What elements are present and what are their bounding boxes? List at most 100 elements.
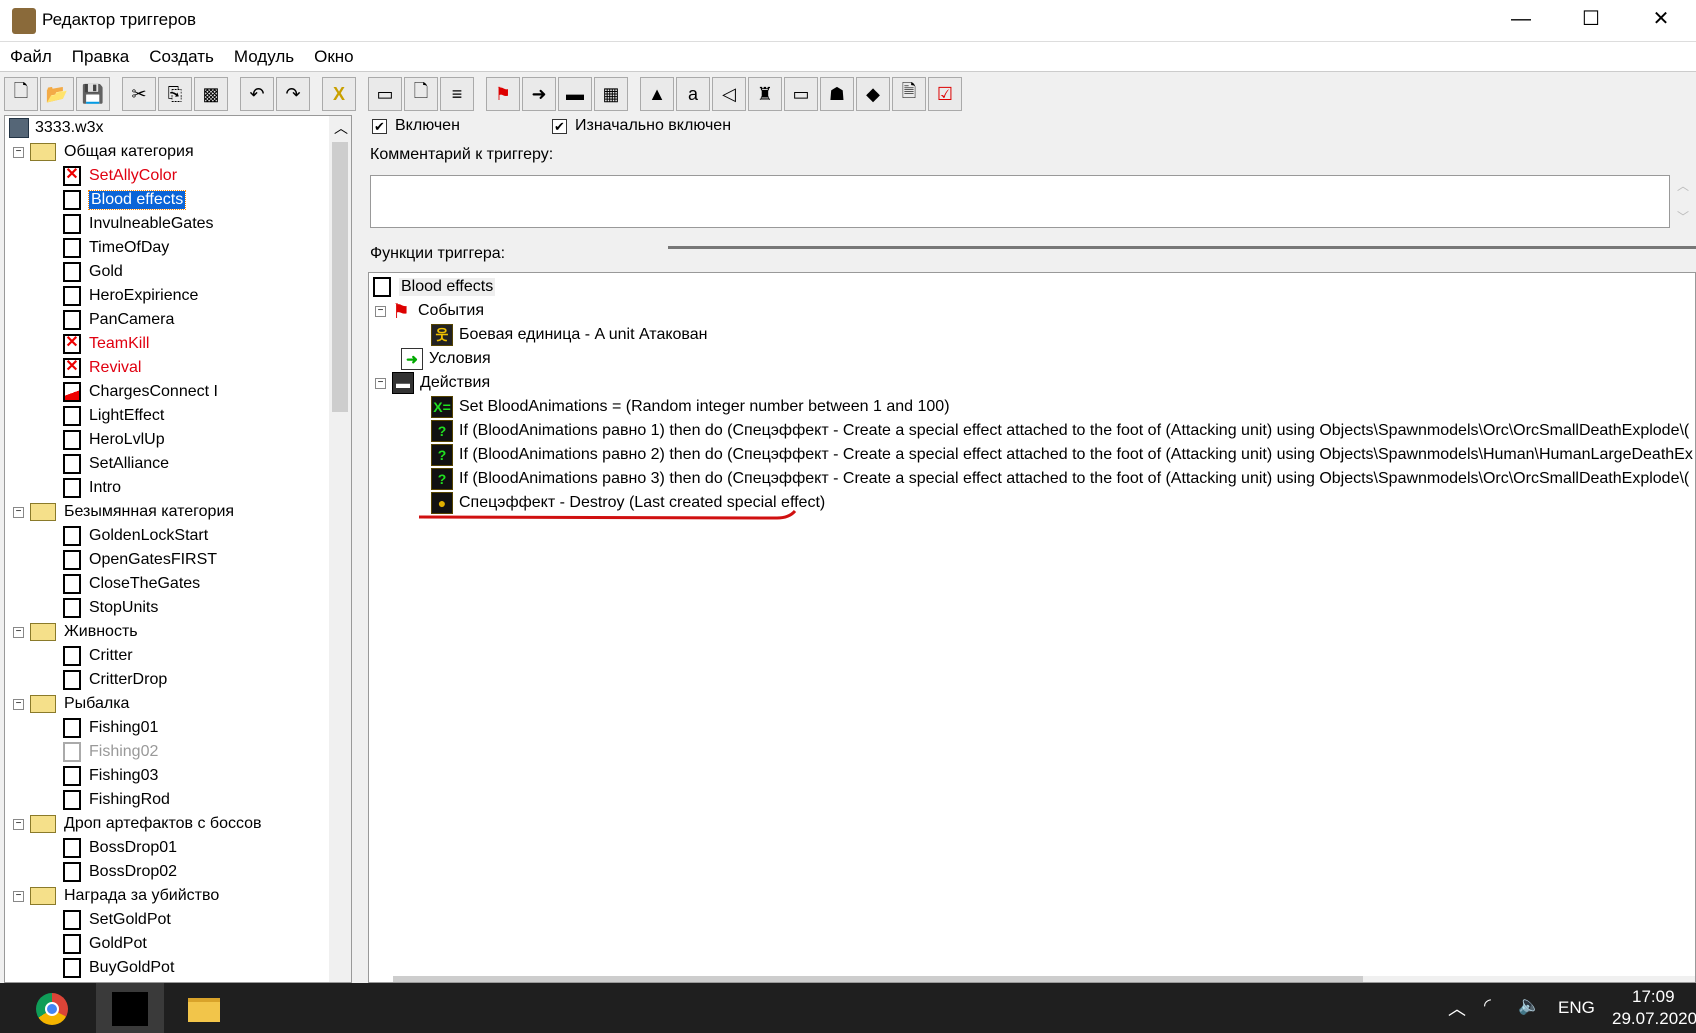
tree-item[interactable]: Intro <box>63 476 121 500</box>
event-icon[interactable]: ⚑ <box>486 77 520 111</box>
tree-item[interactable]: Gold <box>63 260 123 284</box>
language-indicator[interactable]: ENG <box>1558 998 1595 1018</box>
new-comment-icon[interactable]: ≡ <box>440 77 474 111</box>
collapse-icon[interactable]: − <box>13 626 24 638</box>
chrome-icon[interactable] <box>36 993 68 1025</box>
menu-window[interactable]: Окно <box>304 42 364 72</box>
action-icon[interactable]: ▬ <box>558 77 592 111</box>
tree-item[interactable]: SetAlliance <box>63 452 169 476</box>
redo-icon[interactable]: ↷ <box>276 77 310 111</box>
menu-file[interactable]: Файл <box>0 42 62 72</box>
comment-scrollbar[interactable]: ︿ ﹀ <box>1673 177 1693 227</box>
initially-on-checkbox[interactable]: ✔ Изначально включен <box>552 117 731 135</box>
tree-category[interactable]: − Безымянная категория <box>13 500 234 524</box>
tree-item[interactable]: BuyGoldPot <box>63 956 174 980</box>
volume-icon[interactable]: 🔈 <box>1518 995 1540 1016</box>
menu-create[interactable]: Создать <box>139 42 224 72</box>
tree-item[interactable]: HeroLvlUp <box>63 428 165 452</box>
save-icon[interactable]: 💾 <box>76 77 110 111</box>
tree-scrollbar[interactable]: ︿ <box>329 116 351 982</box>
tree-category[interactable]: − Живность <box>13 620 138 644</box>
functions-hscroll[interactable] <box>393 976 1695 982</box>
terrain-icon[interactable]: ▲ <box>640 77 674 111</box>
action-item[interactable]: ? If (BloodAnimations равно 2) then do (С… <box>431 443 1693 467</box>
tree-item[interactable]: CritterDrop <box>63 668 167 692</box>
collapse-icon[interactable]: − <box>13 506 24 518</box>
tree-category[interactable]: − Рыбалка <box>13 692 129 716</box>
tree-item[interactable]: GoldPot <box>63 932 147 956</box>
delete-icon[interactable]: X <box>322 77 356 111</box>
tree-category[interactable]: − Общая категория <box>13 140 194 164</box>
tree-item[interactable]: Fishing02 <box>63 740 158 764</box>
object-icon[interactable]: ▭ <box>784 77 818 111</box>
tree-item[interactable]: ✕ SetAllyColor <box>63 164 177 188</box>
tree-root[interactable]: 3333.w3x <box>9 116 104 140</box>
tree-item[interactable]: InvulneableGates <box>63 212 214 236</box>
import-icon[interactable]: ◆ <box>856 77 890 111</box>
tree-item[interactable]: BossDrop02 <box>63 860 177 884</box>
new-category-icon[interactable]: ▭ <box>368 77 402 111</box>
conditions-node[interactable]: ➜ Условия <box>401 347 491 371</box>
collapse-icon[interactable]: − <box>13 146 24 158</box>
paste-icon[interactable]: ▩ <box>194 77 228 111</box>
menu-module[interactable]: Модуль <box>224 42 304 72</box>
action-item[interactable]: ? If (BloodAnimations равно 3) then do (С… <box>431 467 1689 491</box>
action-item[interactable]: ? If (BloodAnimations равно 1) then do (С… <box>431 419 1689 443</box>
tree-category[interactable]: − Награда за убийство <box>13 884 219 908</box>
test-icon[interactable]: ☑ <box>928 77 962 111</box>
new-file-icon[interactable]: 🗎 <box>892 77 926 111</box>
actions-node[interactable]: − ▬ Действия <box>375 371 490 395</box>
tree-item[interactable]: CloseTheGates <box>63 572 200 596</box>
tree-item[interactable]: SetGoldPot <box>63 908 171 932</box>
tree-item[interactable]: FishingRod <box>63 788 170 812</box>
sound-icon[interactable]: ◁ <box>712 77 746 111</box>
trigger-root[interactable]: Blood effects <box>373 275 496 299</box>
text-icon[interactable]: a <box>676 77 710 111</box>
tree-item[interactable]: Critter <box>63 644 133 668</box>
new-trigger-icon[interactable]: 🗋 <box>404 77 438 111</box>
enabled-checkbox[interactable]: ✔ Включен <box>372 117 460 135</box>
open-icon[interactable]: 📂 <box>40 77 74 111</box>
events-node[interactable]: − ⚑ События <box>375 299 484 323</box>
collapse-icon[interactable]: − <box>375 305 386 317</box>
functions-tree[interactable]: Blood effects − ⚑ События 웃 Боевая единица … <box>368 272 1696 983</box>
tree-item[interactable]: Blood effects <box>63 188 187 212</box>
collapse-icon[interactable]: − <box>13 890 24 902</box>
menu-edit[interactable]: Правка <box>62 42 139 72</box>
tree-item[interactable]: BossDrop01 <box>63 836 177 860</box>
tree-item[interactable]: ✕ TeamKill <box>63 332 149 356</box>
copy-icon[interactable]: ⎘ <box>158 77 192 111</box>
maximize-button[interactable]: ☐ <box>1556 0 1626 40</box>
tree-item[interactable]: Fishing01 <box>63 716 158 740</box>
new-icon[interactable]: 🗋 <box>4 77 38 111</box>
action-item[interactable]: X= Set BloodAnimations = (Random integer … <box>431 395 950 419</box>
clock-time[interactable]: 17:09 <box>1632 987 1675 1007</box>
scroll-up-icon[interactable]: ︿ <box>334 118 348 138</box>
splitter[interactable] <box>668 246 1696 249</box>
tray-chevron-icon[interactable]: ︿ <box>1448 995 1466 1021</box>
checkbox-check-icon[interactable]: ✔ <box>372 118 387 134</box>
variables-icon[interactable]: ▦ <box>594 77 628 111</box>
ai-icon[interactable]: ☗ <box>820 77 854 111</box>
hscroll-thumb[interactable] <box>393 976 1363 982</box>
scroll-thumb[interactable] <box>332 142 348 412</box>
trigger-tree[interactable]: 3333.w3x − Общая категория ✕ SetAllyColor Blo… <box>4 115 352 983</box>
taskbar-app-active[interactable] <box>96 983 164 1033</box>
cut-icon[interactable]: ✂ <box>122 77 156 111</box>
collapse-icon[interactable]: − <box>375 377 386 389</box>
file-explorer-icon[interactable] <box>188 998 220 1022</box>
clock-date[interactable]: 29.07.2020 <box>1612 1009 1696 1029</box>
tree-category[interactable]: − Дроп артефактов с боссов <box>13 812 262 836</box>
comment-input[interactable] <box>370 175 1670 228</box>
tree-item[interactable]: Fishing03 <box>63 764 158 788</box>
tree-item[interactable]: HeroExpirience <box>63 284 198 308</box>
collapse-icon[interactable]: − <box>13 818 24 830</box>
checkbox-check-icon[interactable]: ✔ <box>552 118 567 134</box>
collapse-icon[interactable]: − <box>13 698 24 710</box>
tree-item[interactable]: OpenGatesFIRST <box>63 548 217 572</box>
undo-icon[interactable]: ↶ <box>240 77 274 111</box>
condition-icon[interactable]: ➜ <box>522 77 556 111</box>
tree-item[interactable]: TimeOfDay <box>63 236 169 260</box>
wifi-icon[interactable]: ◜ <box>1484 995 1491 1016</box>
minimize-button[interactable]: — <box>1486 0 1556 40</box>
